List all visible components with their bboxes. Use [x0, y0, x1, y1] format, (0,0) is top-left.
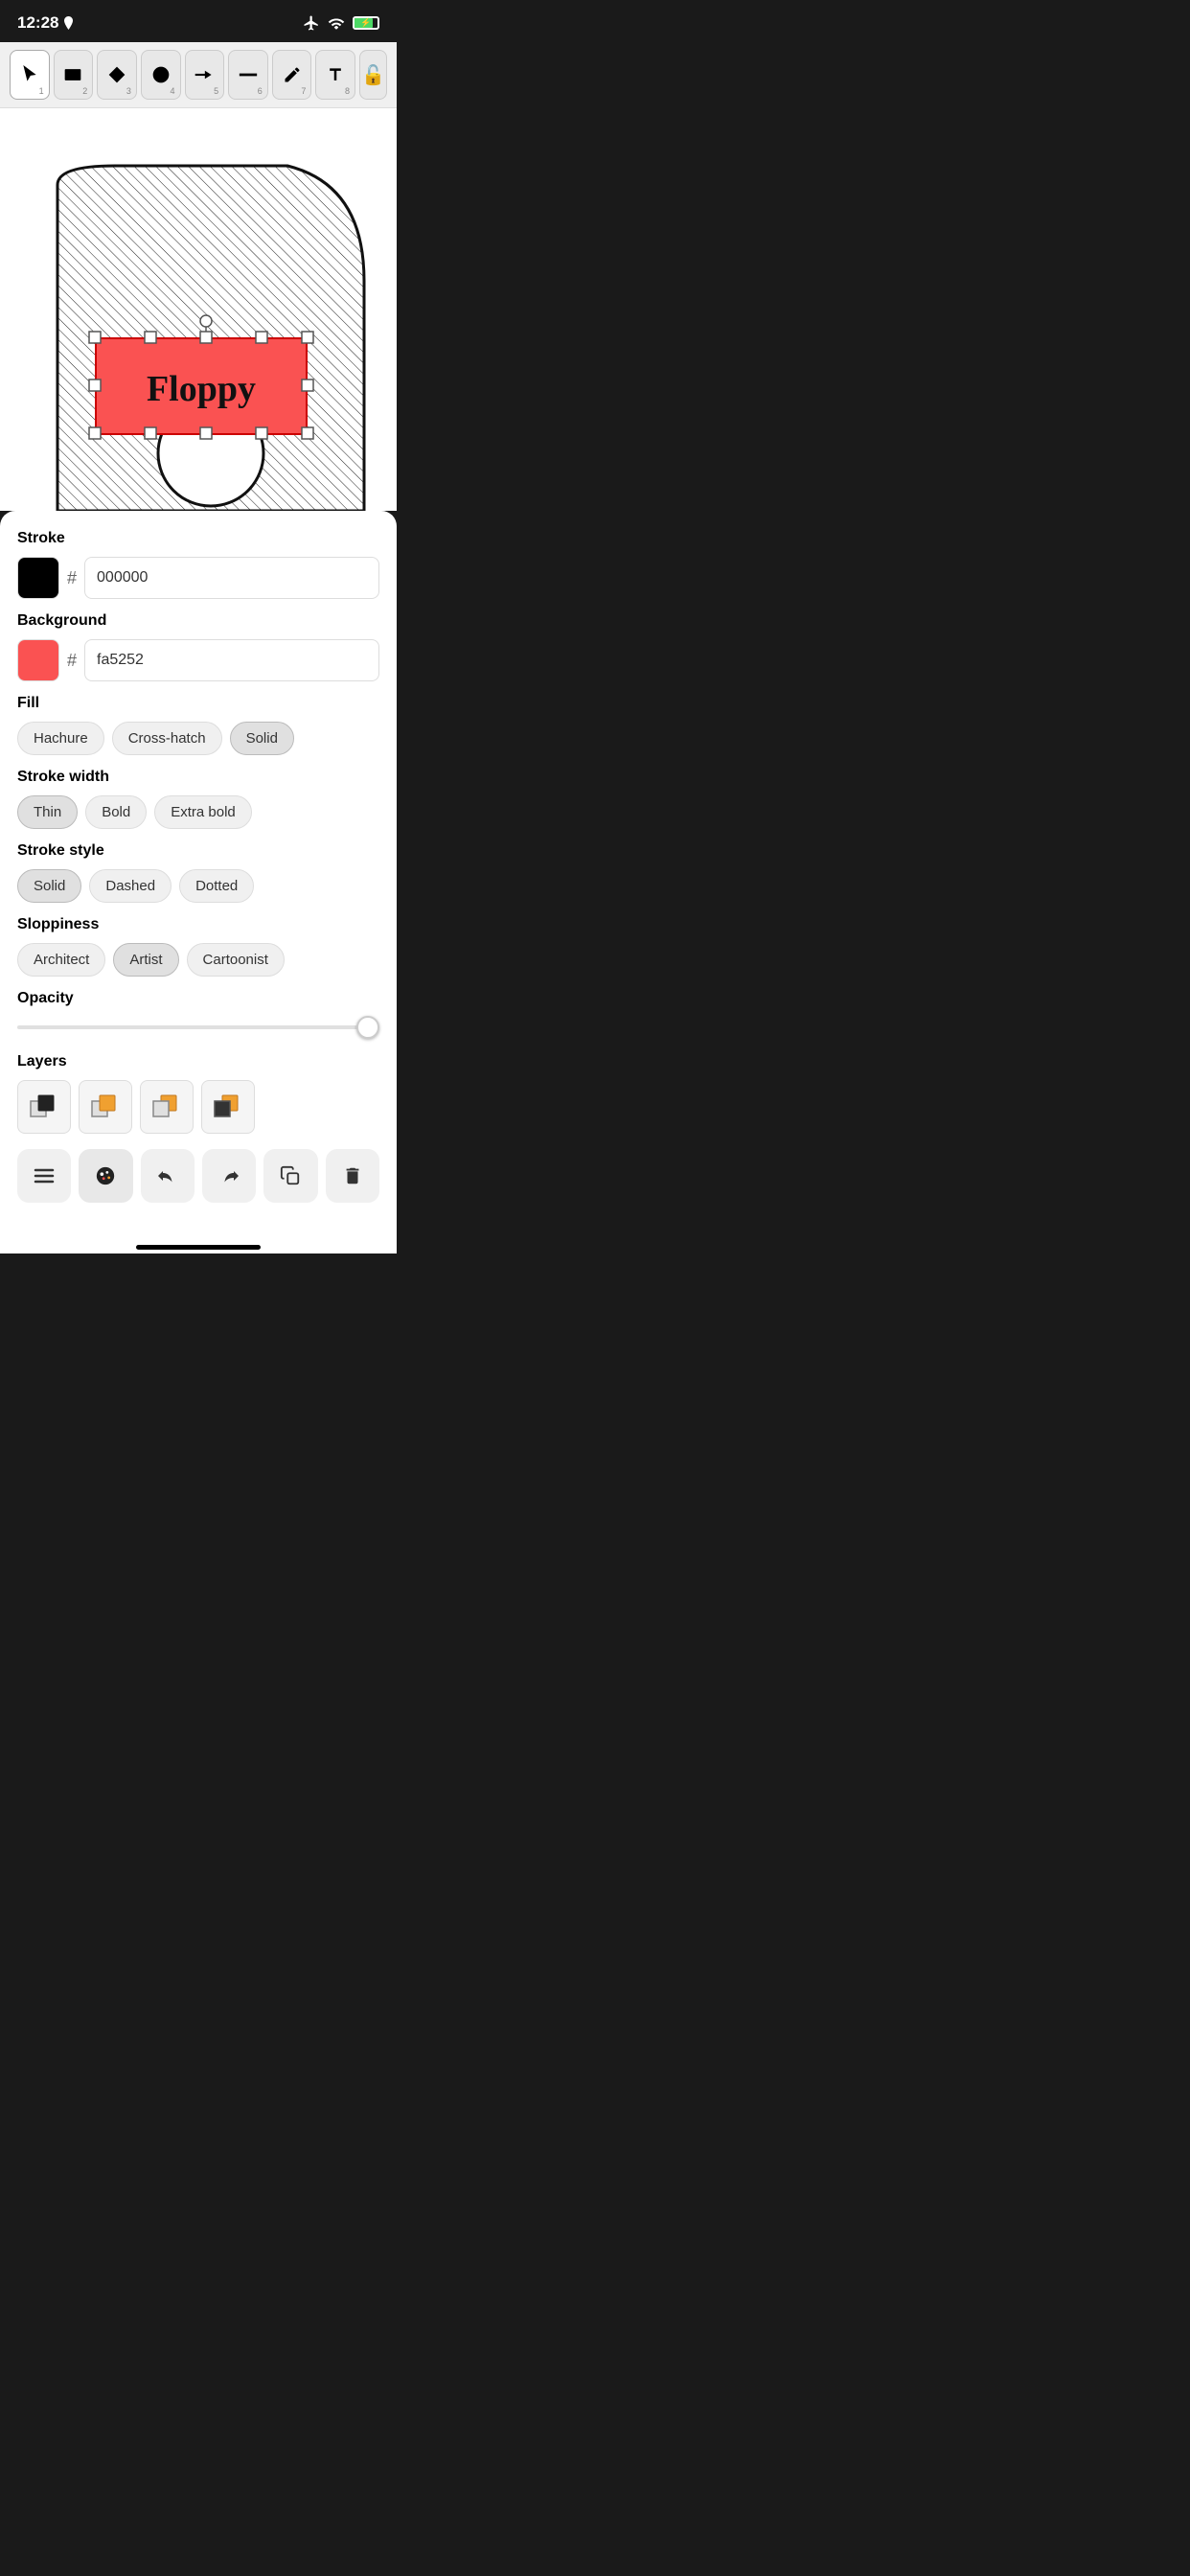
action-copy[interactable] [263, 1149, 317, 1203]
action-menu[interactable] [17, 1149, 71, 1203]
home-bar [136, 1245, 261, 1250]
style-icon [95, 1165, 116, 1186]
canvas-area[interactable]: Floppy [0, 108, 397, 511]
action-delete[interactable] [326, 1149, 379, 1203]
opacity-label: Opacity [17, 990, 379, 1007]
tool-line[interactable]: 6 [228, 50, 268, 100]
tool-select[interactable]: 1 [10, 50, 50, 100]
action-bar [17, 1149, 379, 1203]
layer-send-to-back[interactable] [201, 1080, 255, 1134]
fill-solid[interactable]: Solid [230, 722, 294, 755]
stroke-width-bold[interactable]: Bold [85, 795, 147, 829]
background-color-swatch[interactable] [17, 639, 59, 681]
background-hash: # [67, 651, 77, 671]
airplane-icon [303, 14, 320, 32]
layers-label: Layers [17, 1053, 379, 1070]
fill-cross-hatch[interactable]: Cross-hatch [112, 722, 222, 755]
sloppiness-options: Architect Artist Cartoonist [17, 943, 379, 977]
layers-row [17, 1080, 379, 1134]
cursor-icon [20, 65, 39, 84]
redo-icon [217, 1165, 240, 1186]
tool-lock[interactable]: 🔓 [359, 50, 387, 100]
action-redo[interactable] [202, 1149, 256, 1203]
stroke-color-swatch[interactable] [17, 557, 59, 599]
stroke-style-options: Solid Dashed Dotted [17, 869, 379, 903]
background-label: Background [17, 612, 379, 630]
circle-icon [151, 65, 171, 84]
stroke-style-label: Stroke style [17, 842, 379, 860]
sloppiness-architect[interactable]: Architect [17, 943, 105, 977]
opacity-slider-container [17, 1017, 379, 1034]
layer-bring-forward[interactable] [79, 1080, 132, 1134]
tool-text[interactable]: 8 [315, 50, 355, 100]
status-time: 12:28 [17, 13, 74, 33]
layer-send-backward[interactable] [140, 1080, 194, 1134]
battery-icon: ⚡ [353, 16, 379, 30]
tool-arrow[interactable]: 5 [185, 50, 225, 100]
bring-to-front-icon [29, 1092, 59, 1122]
stroke-style-dashed[interactable]: Dashed [89, 869, 172, 903]
sloppiness-cartoonist[interactable]: Cartoonist [187, 943, 285, 977]
stroke-label: Stroke [17, 530, 379, 547]
stroke-width-thin[interactable]: Thin [17, 795, 78, 829]
canvas-svg: Floppy [0, 108, 397, 511]
properties-panel: Stroke # Background # Fill Hachure Cross… [0, 511, 397, 1237]
action-style[interactable] [79, 1149, 132, 1203]
line-icon [238, 71, 259, 79]
tool-diamond[interactable]: 3 [97, 50, 137, 100]
layer-bring-to-front[interactable] [17, 1080, 71, 1134]
wifi-icon [328, 16, 345, 30]
fill-hachure[interactable]: Hachure [17, 722, 104, 755]
action-undo[interactable] [141, 1149, 195, 1203]
home-indicator [0, 1237, 397, 1254]
diamond-icon [107, 65, 126, 84]
fill-label: Fill [17, 695, 379, 712]
stroke-style-solid[interactable]: Solid [17, 869, 81, 903]
text-icon [326, 65, 345, 84]
fill-options: Hachure Cross-hatch Solid [17, 722, 379, 755]
background-color-row: # [17, 639, 379, 681]
stroke-hash: # [67, 568, 77, 588]
undo-icon [156, 1165, 179, 1186]
send-backward-icon [151, 1092, 182, 1122]
opacity-slider[interactable] [17, 1025, 379, 1029]
stroke-width-extra-bold[interactable]: Extra bold [154, 795, 252, 829]
copy-icon [280, 1165, 301, 1186]
pencil-icon [283, 65, 302, 84]
stroke-width-label: Stroke width [17, 769, 379, 786]
arrow-icon [194, 68, 215, 81]
send-to-back-icon [213, 1092, 243, 1122]
rectangle-icon [63, 66, 82, 83]
menu-icon [34, 1167, 55, 1184]
stroke-width-options: Thin Bold Extra bold [17, 795, 379, 829]
tool-circle[interactable]: 4 [141, 50, 181, 100]
stroke-style-dotted[interactable]: Dotted [179, 869, 254, 903]
tool-pencil[interactable]: 7 [272, 50, 312, 100]
delete-icon [342, 1165, 363, 1186]
svg-text:Floppy: Floppy [147, 369, 256, 409]
stroke-color-input[interactable] [84, 557, 379, 599]
sloppiness-label: Sloppiness [17, 916, 379, 933]
background-color-input[interactable] [84, 639, 379, 681]
location-icon [63, 16, 74, 30]
status-bar: 12:28 ⚡ [0, 0, 397, 42]
status-icons: ⚡ [303, 14, 379, 32]
bring-forward-icon [90, 1092, 121, 1122]
stroke-color-row: # [17, 557, 379, 599]
sloppiness-artist[interactable]: Artist [113, 943, 178, 977]
tool-rectangle[interactable]: 2 [54, 50, 94, 100]
toolbar: 1 2 3 4 5 6 7 [0, 42, 397, 108]
